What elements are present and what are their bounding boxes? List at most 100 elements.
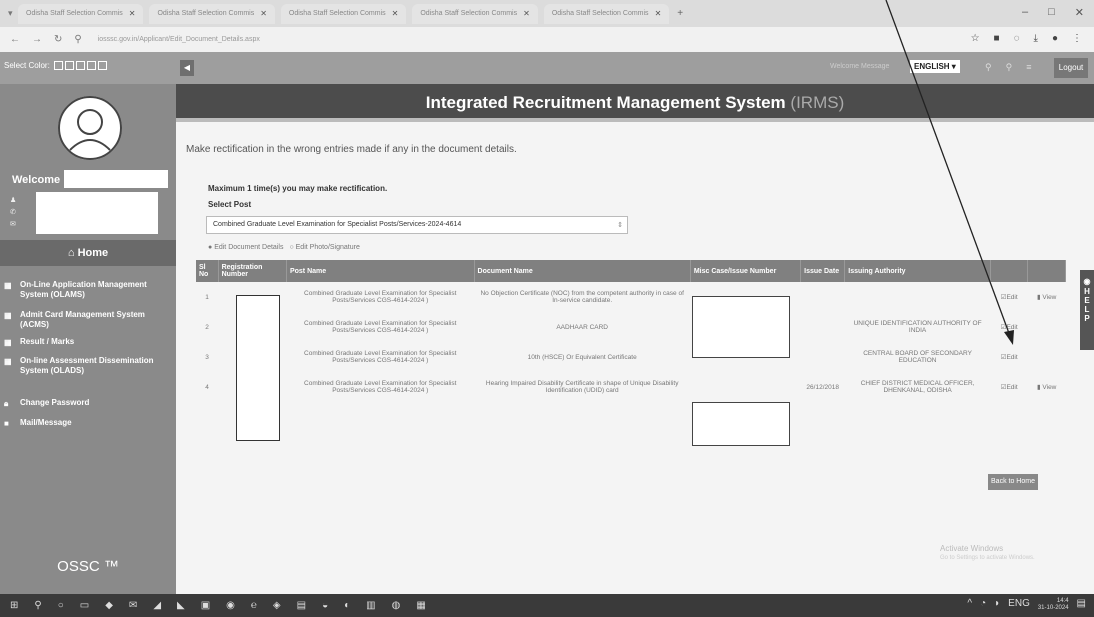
file-explorer-icon[interactable]: ▭	[80, 600, 89, 611]
edit-button[interactable]: ☑Edit	[990, 342, 1028, 372]
user-icon	[58, 96, 122, 160]
select-post-label: Select Post	[208, 200, 252, 209]
color-swatch[interactable]	[97, 61, 107, 70]
window-close-icon[interactable]: ✕	[1075, 6, 1084, 19]
color-swatch[interactable]	[53, 61, 63, 70]
column-header	[990, 260, 1029, 282]
view-button[interactable]: ▮ View	[1028, 282, 1066, 312]
cell-document: AADHAAR CARD	[556, 323, 608, 331]
grid-icon: ▦	[4, 311, 12, 320]
sidebar-item-mail[interactable]: ■ Mail/Message	[0, 418, 176, 428]
site-info-icon[interactable]: ⚲	[74, 34, 81, 45]
grid-icon: ▦	[4, 281, 12, 290]
cell-authority: UNIQUE IDENTIFICATION AUTHORITY OF INDIA	[853, 320, 982, 334]
notification-icon[interactable]: ▤	[1077, 598, 1086, 612]
browser-tab[interactable]: Odisha Staff Selection Commis ✕	[412, 3, 538, 24]
close-icon[interactable]: ✕	[260, 9, 267, 18]
browser-toolbar-icons: ☆ ■ ◌ ⤓ ● ⋮	[971, 33, 1082, 44]
app-icon[interactable]: ◒	[322, 600, 328, 611]
minimize-icon[interactable]: –	[1022, 6, 1028, 19]
new-tab-icon[interactable]: +	[677, 8, 683, 19]
app-icon[interactable]: ▦	[416, 600, 425, 611]
logout-button[interactable]: Logout	[1054, 58, 1088, 78]
brand-logo: OSSC ™	[57, 558, 119, 575]
chrome-icon[interactable]: ◍	[392, 600, 401, 611]
home-label: Home	[77, 247, 109, 259]
app-icon[interactable]: ▤	[297, 600, 306, 611]
app-icon[interactable]: ◢	[153, 600, 161, 611]
document-table: Sl No Registration Number Post Name Docu…	[196, 260, 1066, 402]
profile-icon[interactable]: ◌	[1014, 33, 1020, 44]
search-icon[interactable]: ⚲	[985, 62, 992, 73]
network-icon[interactable]: ◔	[980, 598, 986, 612]
browser-tab[interactable]: Odisha Staff Selection Commis ✕	[149, 3, 275, 24]
browser-tab[interactable]: Odisha Staff Selection Commis ✕	[18, 3, 144, 24]
radio-edit-photo[interactable]: ○ Edit Photo/Signature	[289, 244, 359, 251]
grid-icon: ▦	[4, 338, 12, 347]
edit-label: Edit	[1006, 354, 1018, 361]
color-swatch[interactable]	[86, 61, 96, 70]
sidebar-item-olams[interactable]: ▦ On-Line Application Management System (…	[0, 280, 176, 300]
reload-icon[interactable]: ↻	[54, 34, 62, 45]
edit-button[interactable]: ☑Edit	[990, 312, 1028, 342]
download-icon[interactable]: ⤓	[1034, 33, 1038, 44]
account-icon[interactable]: ●	[1052, 33, 1058, 44]
close-icon[interactable]: ✕	[523, 9, 530, 18]
radio-edit-document[interactable]: ● Edit Document Details	[208, 244, 283, 251]
store-icon[interactable]: ◆	[105, 600, 113, 611]
cell-sl: 4	[205, 383, 209, 391]
maximize-icon[interactable]: □	[1048, 6, 1055, 19]
app-icon[interactable]: ◣	[177, 600, 185, 611]
sidebar-toggle-icon[interactable]: ◀	[180, 60, 194, 76]
mail-app-icon[interactable]: ✉	[129, 600, 137, 611]
close-icon[interactable]: ✕	[392, 9, 399, 18]
windows-start-icon[interactable]: ⊞	[10, 600, 18, 611]
app-icon[interactable]: ▣	[201, 600, 210, 611]
settings-icon[interactable]: ≡	[1026, 62, 1031, 73]
back-icon[interactable]: ←	[10, 34, 20, 45]
close-icon[interactable]: ✕	[129, 9, 136, 18]
app-icon[interactable]: ▥	[366, 600, 375, 611]
color-swatch[interactable]	[64, 61, 74, 70]
edit-button[interactable]: ☑Edit	[990, 372, 1028, 402]
close-icon[interactable]: ✕	[655, 9, 662, 18]
extension-icon[interactable]: ■	[994, 33, 1000, 44]
sidebar-item-acms[interactable]: ▦ Admit Card Management System (ACMS)	[0, 310, 176, 330]
edge-icon[interactable]: ℮	[251, 600, 257, 611]
app-icon[interactable]: ◐	[344, 600, 350, 611]
select-post-dropdown[interactable]: Combined Graduate Level Examination for …	[206, 216, 628, 234]
url-field[interactable]: iosssc.gov.in/Applicant/Edit_Document_De…	[98, 36, 260, 43]
forward-icon[interactable]: →	[32, 34, 42, 45]
activate-windows-watermark: Activate Windows	[940, 544, 1004, 553]
edit-button[interactable]: ☑Edit	[990, 282, 1028, 312]
sidebar-home[interactable]: ⌂ Home	[0, 240, 176, 266]
sidebar-item-change-password[interactable]: 🔒︎ Change Password	[0, 398, 176, 408]
language-select[interactable]: ENGLISH ▾	[910, 60, 960, 73]
app-icon[interactable]: ◈	[273, 600, 281, 611]
clock[interactable]: 14:4 31-10-2024	[1038, 598, 1069, 612]
back-to-home-button[interactable]: Back to Home	[988, 474, 1038, 490]
bookmark-star-icon[interactable]: ☆	[971, 33, 980, 44]
dropdown-arrow-icon[interactable]: ⇕	[617, 221, 623, 229]
system-tray: ^ ◔ ◗ ENG 14:4 31-10-2024 ▤	[967, 598, 1086, 612]
tab-menu-icon[interactable]: ▾	[8, 8, 18, 19]
volume-icon[interactable]: ◗	[994, 598, 1000, 612]
view-button[interactable]: ▮ View	[1028, 372, 1066, 402]
help-tab[interactable]: ◉ HELP	[1080, 270, 1094, 350]
sidebar-item-olads[interactable]: ▦ On-line Assessment Dissemination System…	[0, 356, 176, 376]
app-icon[interactable]: ◉	[226, 600, 235, 611]
browser-menu-icon[interactable]: ⋮	[1072, 33, 1082, 44]
sidebar-item-label: Mail/Message	[20, 418, 72, 427]
view-label: View	[1042, 384, 1057, 391]
browser-tab[interactable]: Odisha Staff Selection Commis ✕	[280, 3, 407, 24]
instruction-text: Make rectification in the wrong entries …	[186, 144, 517, 155]
language-indicator[interactable]: ENG	[1008, 598, 1030, 612]
sidebar-item-result[interactable]: ▦ Result / Marks	[0, 337, 176, 347]
color-swatch[interactable]	[75, 61, 85, 70]
zoom-icon[interactable]: ⚲	[1006, 62, 1013, 73]
tray-arrow-icon[interactable]: ^	[967, 598, 972, 612]
task-view-icon[interactable]: ○	[58, 600, 64, 611]
view-label: View	[1042, 294, 1057, 301]
browser-tab[interactable]: Odisha Staff Selection Commis ✕	[543, 3, 670, 24]
search-icon[interactable]: ⚲	[34, 600, 41, 611]
